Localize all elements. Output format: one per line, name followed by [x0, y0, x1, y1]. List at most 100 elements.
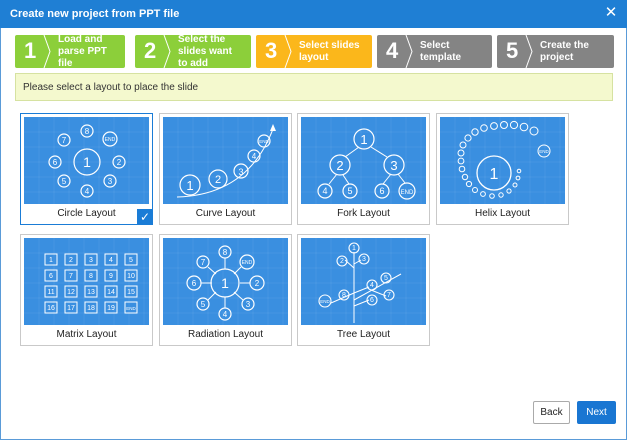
- step-label: Select the slides want to add: [178, 33, 232, 69]
- close-icon[interactable]: ✕: [603, 5, 619, 21]
- step-number: 3: [265, 38, 278, 63]
- check-icon: ✓: [137, 209, 153, 225]
- step-label: Create the project: [540, 39, 589, 63]
- layout-card-matrix[interactable]: 1 2 3 4 5 6 7 8 9 10 11 12 13 14 15 16 1…: [20, 234, 153, 346]
- step-4: 4 Select template: [377, 35, 492, 68]
- matrix-thumb-cell: 9: [109, 273, 113, 280]
- step-divider: [525, 35, 533, 68]
- step-1: 1 Load and parse PPT file: [15, 33, 125, 69]
- radiation-thumb-node: END: [242, 260, 253, 266]
- circle-thumb-node: 8: [85, 127, 90, 136]
- hint-bar: Please select a layout to place the slid…: [15, 73, 613, 101]
- curve-thumb-node: 1: [186, 178, 193, 193]
- layout-card-circle[interactable]: 1 2 3 4 5 6 7 8 END Circle Layout ✓: [20, 113, 153, 225]
- tree-layout-thumbnail: 1 2 3 4 5 6 7 8 END: [301, 238, 426, 325]
- curve-layout-thumbnail: 1 2 3 4 END: [163, 117, 288, 204]
- circle-thumb-node: 4: [85, 187, 90, 196]
- radiation-thumb-center: 1: [221, 275, 229, 291]
- radiation-thumb-node: 7: [201, 258, 206, 267]
- matrix-thumb-cell: 2: [69, 257, 73, 264]
- radiation-thumb-node: 4: [223, 310, 228, 319]
- radiation-thumb-node: 5: [201, 300, 206, 309]
- matrix-thumb-cell: 13: [87, 289, 95, 296]
- step-number: 5: [506, 38, 519, 63]
- step-divider: [405, 35, 413, 68]
- tree-thumb-node: 1: [352, 245, 356, 252]
- circle-thumb-node: 6: [53, 158, 58, 167]
- circle-thumb-node: 2: [117, 158, 122, 167]
- layout-name: Tree Layout: [337, 329, 390, 340]
- radiation-layout-thumbnail: 1 2 3 4 5 6 7 8 END: [163, 238, 288, 325]
- matrix-thumb-cell: 12: [67, 289, 75, 296]
- matrix-thumb-cell: 16: [47, 305, 55, 312]
- curve-thumb-node: 2: [215, 174, 221, 186]
- matrix-layout-thumbnail: 1 2 3 4 5 6 7 8 9 10 11 12 13 14 15 16 1…: [24, 238, 149, 325]
- matrix-thumb-cell: 19: [107, 305, 115, 312]
- fork-thumb-node: 5: [347, 186, 352, 196]
- matrix-thumb-cell: 15: [127, 289, 135, 296]
- step-label: Select slides layout: [299, 39, 360, 63]
- matrix-thumb-cell: END: [126, 306, 136, 311]
- back-button[interactable]: Back: [533, 401, 570, 424]
- fork-layout-thumbnail: 1 2 3 4 5 6 END: [301, 117, 426, 204]
- step-divider: [163, 35, 171, 68]
- fork-thumb-node: 4: [322, 186, 327, 196]
- step-label: Load and parse PPT file: [58, 33, 107, 69]
- layout-card-curve[interactable]: 1 2 3 4 END Curve Layout: [159, 113, 292, 225]
- helix-layout-thumbnail: 1 END: [440, 117, 565, 204]
- layout-card-tree[interactable]: 1 2 3 4 5 6 7 8 END Tree Layout: [297, 234, 430, 346]
- step-label: Select template: [420, 39, 462, 63]
- step-number: 2: [144, 38, 157, 63]
- matrix-thumb-cell: 3: [89, 257, 93, 264]
- circle-thumb-node: 7: [62, 136, 67, 145]
- radiation-thumb-node: 2: [255, 279, 260, 288]
- matrix-thumb-cell: 7: [69, 273, 73, 280]
- layout-name: Matrix Layout: [56, 329, 117, 340]
- fork-thumb-node: 6: [379, 186, 384, 196]
- layout-card-fork[interactable]: 1 2 3 4 5 6 END Fork Layout: [297, 113, 430, 225]
- matrix-thumb-cell: 11: [47, 289, 54, 296]
- matrix-thumb-cell: 4: [109, 257, 113, 264]
- window-title: Create new project from PPT file: [10, 8, 180, 20]
- matrix-thumb-cell: 18: [87, 305, 95, 312]
- step-divider: [43, 35, 51, 68]
- layout-name: Radiation Layout: [187, 329, 264, 340]
- tree-thumb-node: END: [320, 299, 330, 304]
- curve-thumb-node: END: [259, 139, 269, 144]
- circle-thumb-center: 1: [83, 154, 91, 170]
- step-3: 3 Select slides layout: [256, 35, 372, 68]
- matrix-thumb-cell: 6: [49, 273, 53, 280]
- step-number: 1: [24, 38, 37, 63]
- layout-name: Curve Layout: [195, 208, 256, 219]
- step-divider: [284, 35, 292, 68]
- matrix-thumb-cell: 1: [49, 257, 53, 264]
- radiation-thumb-node: 6: [192, 279, 197, 288]
- curve-thumb-node: 4: [252, 152, 257, 161]
- matrix-thumb-cell: 17: [67, 305, 75, 312]
- tree-thumb-node: 2: [340, 258, 344, 265]
- circle-thumb-node: 5: [62, 177, 67, 186]
- radiation-thumb-node: 3: [246, 300, 251, 309]
- layout-name: Helix Layout: [474, 208, 531, 219]
- wizard-steps: 1 Load and parse PPT file 2 Select the s…: [15, 33, 615, 69]
- matrix-thumb-cell: 5: [129, 257, 133, 264]
- circle-thumb-node: 3: [108, 177, 113, 186]
- layout-name: Fork Layout: [337, 208, 390, 219]
- step-5: 5 Create the project: [497, 35, 614, 68]
- layout-name: Circle Layout: [57, 208, 116, 219]
- fork-thumb-node: 1: [360, 132, 367, 147]
- matrix-thumb-cell: 8: [89, 273, 93, 280]
- layout-card-radiation[interactable]: 1 2 3 4 5 6 7 8 END Radiation Layout: [159, 234, 292, 346]
- tree-thumb-node: 8: [342, 292, 346, 299]
- tree-thumb-node: 7: [387, 292, 391, 299]
- step-2: 2 Select the slides want to add: [135, 33, 251, 69]
- hint-text: Please select a layout to place the slid…: [23, 82, 199, 93]
- layout-card-helix[interactable]: 1 END Helix Layout: [436, 113, 569, 225]
- circle-thumb-node: END: [105, 137, 116, 143]
- next-button[interactable]: Next: [577, 401, 616, 424]
- matrix-thumb-cell: 10: [127, 273, 135, 280]
- curve-thumb-node: 3: [238, 167, 243, 177]
- circle-layout-thumbnail: 1 2 3 4 5 6 7 8 END: [24, 117, 149, 204]
- tree-thumb-node: 4: [370, 282, 374, 289]
- fork-thumb-node: 3: [390, 158, 397, 173]
